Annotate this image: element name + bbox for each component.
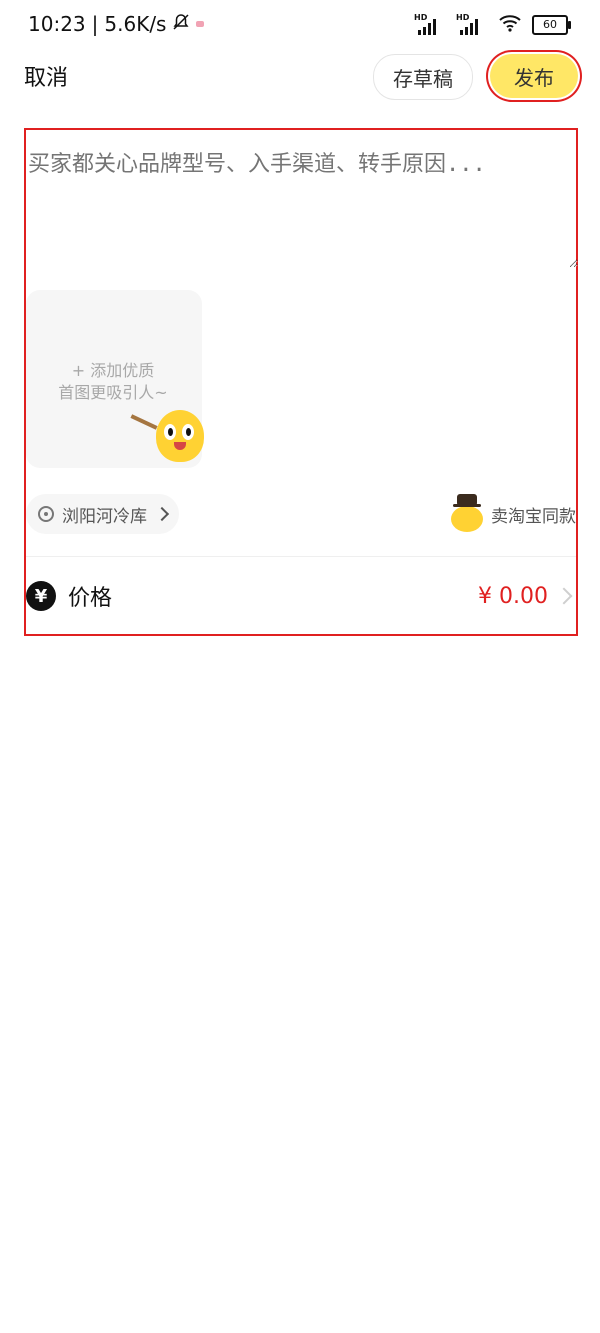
mascot-eye-right — [182, 424, 194, 440]
description-input[interactable] — [26, 144, 578, 268]
mascot-icon — [130, 410, 204, 462]
chevron-right-icon — [555, 587, 573, 605]
save-draft-button[interactable]: 存草稿 — [373, 54, 473, 100]
yen-icon: ¥ — [26, 581, 56, 611]
add-image-line-1: + 添加优质 — [71, 361, 155, 380]
post-editor: + 添加优质 首图更吸引人~ 浏阳河冷库 卖淘宝同款 ¥ 价格 ¥ 0.00 — [24, 128, 578, 636]
chevron-right-icon — [154, 506, 170, 522]
signal-icon: HD — [414, 13, 446, 35]
add-image-line-2: 首图更吸引人~ — [58, 383, 168, 402]
location-pin-icon — [38, 506, 54, 522]
wifi-icon — [498, 14, 522, 36]
price-value: ¥ 0.00 — [478, 583, 548, 609]
add-image-button[interactable]: + 添加优质 首图更吸引人~ — [26, 290, 204, 468]
price-label: 价格 — [68, 586, 113, 611]
battery-icon: 60 — [532, 15, 571, 35]
location-button[interactable]: 浏阳河冷库 — [26, 494, 179, 534]
status-time: 10:23 — [28, 12, 86, 36]
status-dot-icon — [196, 21, 205, 27]
signal-icon-2: HD — [456, 13, 488, 35]
status-bar: 10:23 | 5.6K/s HD HD 60 — [0, 0, 600, 48]
price-row[interactable]: ¥ 价格 ¥ 0.00 — [26, 568, 576, 624]
pointer-stick — [130, 414, 158, 430]
mascot-mouth — [174, 442, 186, 450]
divider — [26, 556, 576, 557]
same-taobao-button[interactable]: 卖淘宝同款 — [449, 488, 576, 540]
add-image-text: + 添加优质 首图更吸引人~ — [48, 360, 178, 404]
battery-level: 60 — [543, 18, 557, 31]
status-speed: 5.6K/s — [104, 12, 167, 36]
status-left: 10:23 | 5.6K/s — [28, 12, 205, 36]
publish-button[interactable]: 发布 — [490, 54, 578, 98]
cancel-button[interactable]: 取消 — [24, 60, 68, 92]
location-label: 浏阳河冷库 — [62, 506, 147, 527]
mascot-hat-icon — [449, 494, 483, 532]
mascot-eye-left — [164, 424, 176, 440]
mute-icon — [172, 12, 190, 36]
top-bar: 取消 存草稿 发布 — [0, 48, 600, 106]
status-right: HD HD 60 — [414, 13, 571, 36]
same-taobao-label: 卖淘宝同款 — [491, 506, 576, 527]
status-separator: | — [91, 12, 99, 36]
